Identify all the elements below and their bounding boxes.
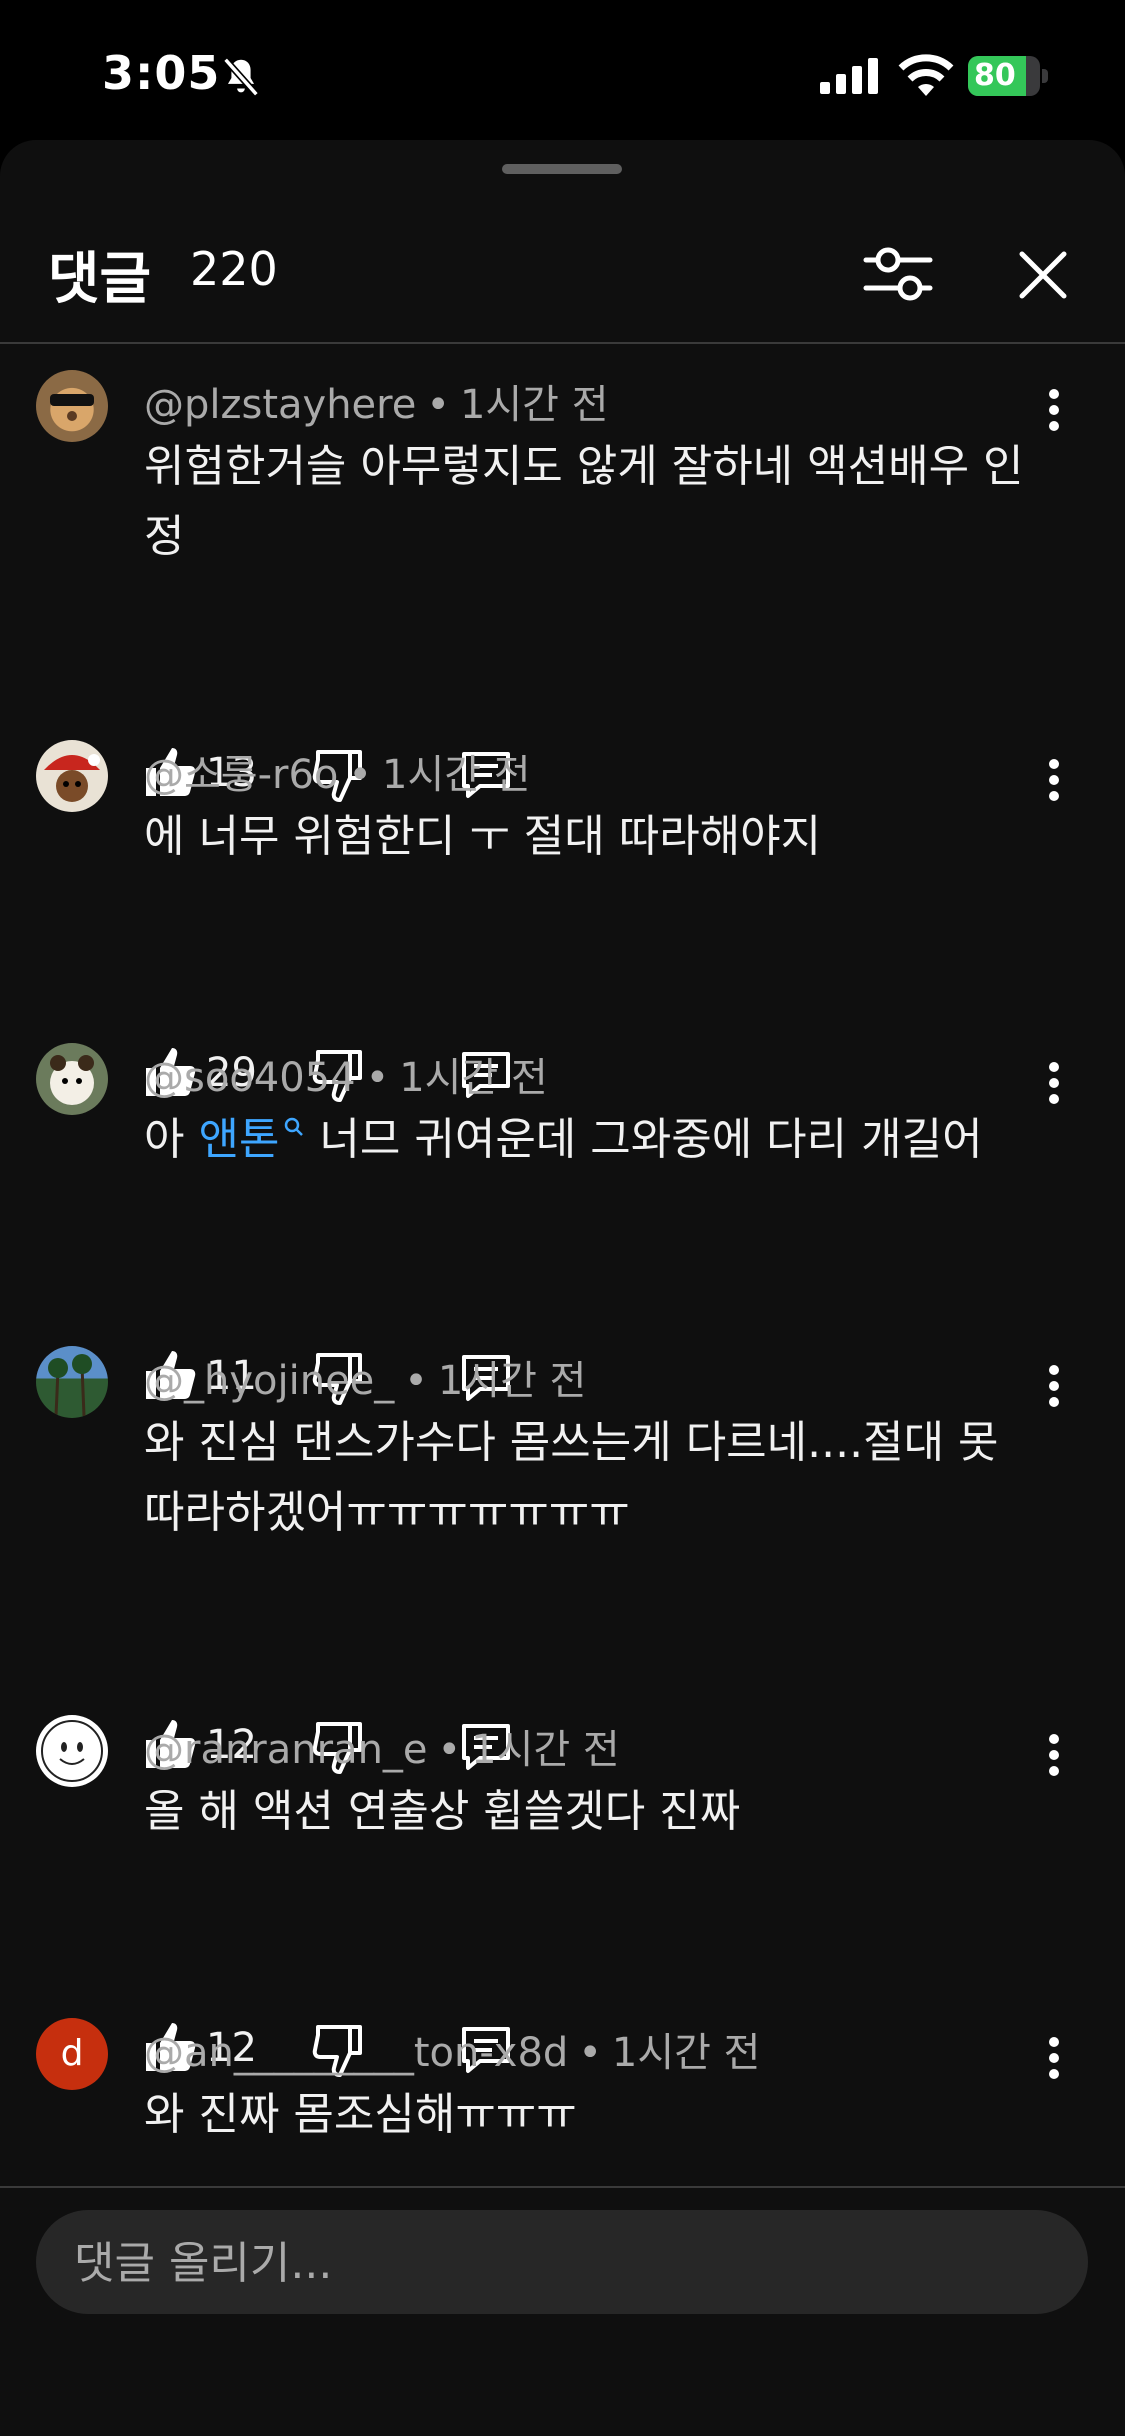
comment-time: 1시간 전 [459,382,609,428]
avatar-letter: d [60,2033,84,2074]
more-options-icon[interactable] [1036,1053,1072,1113]
header-divider [0,342,1125,344]
cellular-signal-icon [820,58,878,94]
comments-title: 댓글 [48,247,152,312]
more-options-icon[interactable] [1036,750,1072,810]
comment-author[interactable]: @plzstayhere [144,382,416,428]
wifi-icon [898,54,954,96]
close-icon[interactable] [1000,234,1084,314]
comment-text-part: 아 [144,1114,199,1165]
comments-header: 댓글 220 [0,220,1125,320]
comment-meta: @plzstayhere • 1시간 전 [144,382,609,428]
avatar[interactable] [36,740,108,812]
comment-text: 와 진짜 몸조심해ㅠㅠㅠ [144,2089,577,2140]
sort-filter-icon[interactable] [858,234,938,314]
search-icon [285,1118,304,1137]
comment-text: 아 앤톤 너므 귀여운데 그와중에 다리 개길어 [144,1105,1044,1175]
comment-meta: @ranranran_e • 1시간 전 [144,1727,620,1773]
comment-input[interactable] [72,2210,1056,2316]
comments-count: 220 [190,242,278,296]
comment-time: 1시간 전 [382,752,531,798]
search-link[interactable]: 앤톤 [198,1114,305,1165]
comment-time: 1시간 전 [611,2030,761,2076]
comment-author[interactable]: @an_________ton-x8d [144,2030,568,2076]
input-divider [0,2186,1125,2188]
comment-meta: @soo4054 • 1시간 전 [144,1055,548,1101]
comment-meta: @an_________ton-x8d • 1시간 전 [144,2030,761,2076]
bell-muted-icon [223,57,259,97]
avatar[interactable] [36,370,108,442]
more-options-icon[interactable] [1036,2028,1072,2088]
comment-text: 올 해 액션 연출상 휩쓸겟다 진짜 [144,1786,741,1837]
avatar[interactable] [36,1043,108,1115]
battery-level: 80 [974,58,1016,93]
status-bar: 3:05 80 [0,0,1125,140]
comment-time: 1시간 전 [399,1055,548,1101]
more-options-icon[interactable] [1036,1356,1072,1416]
comment-text: 와 진심 댄스가수다 몸쓰는게 다르네....절대 못 따라하겠어ㅠㅠㅠㅠㅠㅠㅠ [144,1417,999,1538]
avatar[interactable] [36,1346,108,1418]
comment-input-container[interactable] [36,2210,1088,2316]
status-time: 3:05 [102,46,221,100]
comments-sheet: 댓글 220 @plzstayhere • 1시간 전 위험한거슬 아무렇지도 않게… [0,140,1125,2436]
comment-text: 위험한거슬 아무렇지도 않게 잘하네 액션배우 인정 [144,441,1024,562]
more-options-icon[interactable] [1036,1725,1072,1785]
comment-author[interactable]: @소룽-r6o [144,752,338,798]
comment-text: 에 너무 위험한디 ㅜ 절대 따라해야지 [144,811,822,862]
comment-author[interactable]: @ranranran_e [144,1727,428,1773]
comment-meta: @_hyojinee_ • 1시간 전 [144,1358,587,1404]
comment-time: 1시간 전 [437,1358,587,1404]
comment-time: 1시간 전 [471,1727,620,1773]
avatar[interactable]: d [36,2018,108,2090]
drag-handle[interactable] [502,164,622,174]
avatar[interactable] [36,1715,108,1787]
comment-text-part: 너므 귀여운데 그와중에 다리 개길어 [305,1114,983,1165]
comment-author[interactable]: @soo4054 [144,1055,356,1101]
battery-indicator: 80 [968,56,1050,96]
comment-author[interactable]: @_hyojinee_ [144,1358,394,1404]
comment-meta: @소룽-r6o • 1시간 전 [144,752,531,798]
search-link-label: 앤톤 [198,1114,280,1165]
more-options-icon[interactable] [1036,380,1072,440]
